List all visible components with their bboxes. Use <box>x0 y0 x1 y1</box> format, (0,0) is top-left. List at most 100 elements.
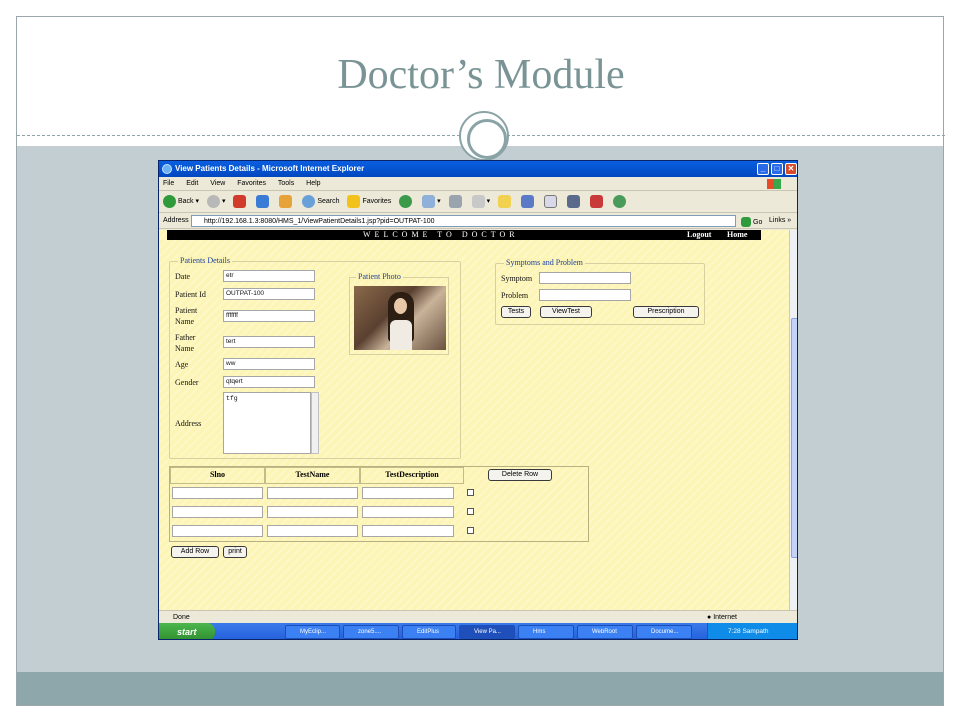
testdescription-field[interactable] <box>362 506 454 518</box>
task-zone5[interactable]: zone5.... <box>343 625 399 639</box>
folder-button[interactable] <box>498 191 513 213</box>
menu-tools[interactable]: Tools <box>278 180 294 187</box>
messenger-button[interactable] <box>521 191 536 213</box>
address-input[interactable]: http://192.168.1.3:8080/HMS_1/ViewPatien… <box>191 215 736 227</box>
problem-field[interactable] <box>539 289 631 301</box>
print-toolbar-button[interactable] <box>448 191 464 213</box>
slide-footer-band <box>17 672 943 705</box>
window-title: View Patients Details - Microsoft Intern… <box>175 164 365 173</box>
col-header-testdescription: TestDescription <box>385 470 439 479</box>
row-checkbox[interactable] <box>467 489 474 496</box>
menu-favorites[interactable]: Favorites <box>237 180 266 187</box>
window-titlebar[interactable]: View Patients Details - Microsoft Intern… <box>159 161 797 177</box>
bookmark-button[interactable] <box>589 191 605 213</box>
edit-button[interactable]: ▾ <box>471 191 490 213</box>
prescription-button[interactable]: Prescription <box>633 306 699 318</box>
menu-help[interactable]: Help <box>306 180 320 187</box>
go-button[interactable]: Go <box>741 215 762 231</box>
ie-logo-icon <box>162 164 172 174</box>
father-name-field[interactable]: tert <box>223 336 315 348</box>
maximize-button[interactable]: □ <box>771 163 783 175</box>
scrollbar-thumb[interactable] <box>791 318 797 558</box>
messenger-icon <box>521 194 534 208</box>
symptom-label: Symptom <box>501 274 533 283</box>
start-button[interactable]: start <box>159 623 215 639</box>
status-bar: Done ● Internet <box>159 610 797 623</box>
testname-field[interactable] <box>267 525 358 537</box>
task-webroot[interactable]: WebRoot <box>577 625 633 639</box>
task-hms[interactable]: Hms <box>518 625 574 639</box>
slide-title: Doctor’s Module <box>337 52 625 98</box>
history-icon <box>399 194 413 208</box>
mail-button[interactable]: ▾ <box>422 191 441 213</box>
print-button[interactable]: print <box>223 546 247 558</box>
patient-id-field[interactable]: OUTPAT-100 <box>223 288 315 300</box>
testname-field[interactable] <box>267 487 358 499</box>
age-field[interactable]: ww <box>223 358 315 370</box>
users-button[interactable] <box>612 191 628 213</box>
star-icon <box>347 194 361 208</box>
delete-row-button[interactable]: Delete Row <box>488 469 552 481</box>
forward-arrow-icon <box>206 194 220 208</box>
back-button[interactable]: Back ▾ <box>163 191 199 213</box>
viewtest-button[interactable]: ViewTest <box>540 306 592 318</box>
search-button[interactable]: Search <box>302 191 340 213</box>
favorites-button[interactable]: Favorites <box>347 191 391 213</box>
patient-name-label: Patient <box>175 306 198 315</box>
symptoms-fieldset: Symptoms and Problem Symptom Problem Tes… <box>495 258 705 325</box>
menu-edit[interactable]: Edit <box>186 180 198 187</box>
date-label: Date <box>175 272 191 281</box>
logout-link[interactable]: Logout <box>687 230 711 240</box>
tests-button[interactable]: Tests <box>501 306 531 318</box>
address-textarea[interactable]: tfg <box>223 392 311 454</box>
history-button[interactable] <box>399 191 414 213</box>
taskbar: start MyEclip... zone5.... EditPlus View… <box>159 623 797 639</box>
task-myeclipse[interactable]: MyEclip... <box>285 625 340 639</box>
research-button[interactable] <box>566 191 582 213</box>
close-button[interactable]: ✕ <box>785 163 797 175</box>
forward-button[interactable]: ▾ <box>206 191 226 213</box>
patient-photo <box>354 286 446 350</box>
page-content: WELCOME TO DOCTOR Logout Home Patients D… <box>159 230 789 610</box>
patient-name-field[interactable]: fffffff <box>223 310 315 322</box>
bookmark-icon <box>589 194 603 208</box>
links-button[interactable]: Links » <box>769 213 791 229</box>
menu-file[interactable]: File <box>163 180 174 187</box>
users-icon <box>612 194 626 208</box>
printer-icon <box>448 194 462 208</box>
slno-field[interactable] <box>172 487 263 499</box>
row-checkbox[interactable] <box>467 527 474 534</box>
research-icon <box>566 194 580 208</box>
go-arrow-icon <box>741 217 751 228</box>
testdescription-field[interactable] <box>362 487 454 499</box>
search-icon <box>302 194 316 208</box>
vertical-scrollbar[interactable] <box>789 230 797 610</box>
clock: 7:28 Sampath <box>728 628 769 635</box>
k-icon <box>543 194 557 208</box>
address-scrollbar[interactable] <box>311 392 319 454</box>
patient-id-label: Patient Id <box>175 290 206 299</box>
task-editplus[interactable]: EditPlus <box>402 625 456 639</box>
task-view-patients[interactable]: View Pa... <box>459 625 515 639</box>
home-link[interactable]: Home <box>727 230 747 240</box>
refresh-button[interactable] <box>256 191 271 213</box>
testdescription-field[interactable] <box>362 525 454 537</box>
add-row-button[interactable]: Add Row <box>171 546 219 558</box>
minimize-button[interactable]: _ <box>757 163 769 175</box>
testname-field[interactable] <box>267 506 358 518</box>
row-checkbox[interactable] <box>467 508 474 515</box>
home-button[interactable] <box>279 191 294 213</box>
patient-photo-frame: Patient Photo <box>349 272 449 355</box>
task-documents[interactable]: Docume... <box>636 625 692 639</box>
gender-field[interactable]: qtqert <box>223 376 315 388</box>
symptom-field[interactable] <box>539 272 631 284</box>
slno-field[interactable] <box>172 506 263 518</box>
symptoms-legend: Symptoms and Problem <box>504 258 585 267</box>
k-button[interactable] <box>543 191 559 213</box>
folder-icon <box>498 194 512 208</box>
status-text: Done <box>173 614 190 621</box>
slno-field[interactable] <box>172 525 263 537</box>
stop-button[interactable] <box>233 191 248 213</box>
menu-view[interactable]: View <box>210 180 225 187</box>
date-field[interactable]: etr <box>223 270 315 282</box>
